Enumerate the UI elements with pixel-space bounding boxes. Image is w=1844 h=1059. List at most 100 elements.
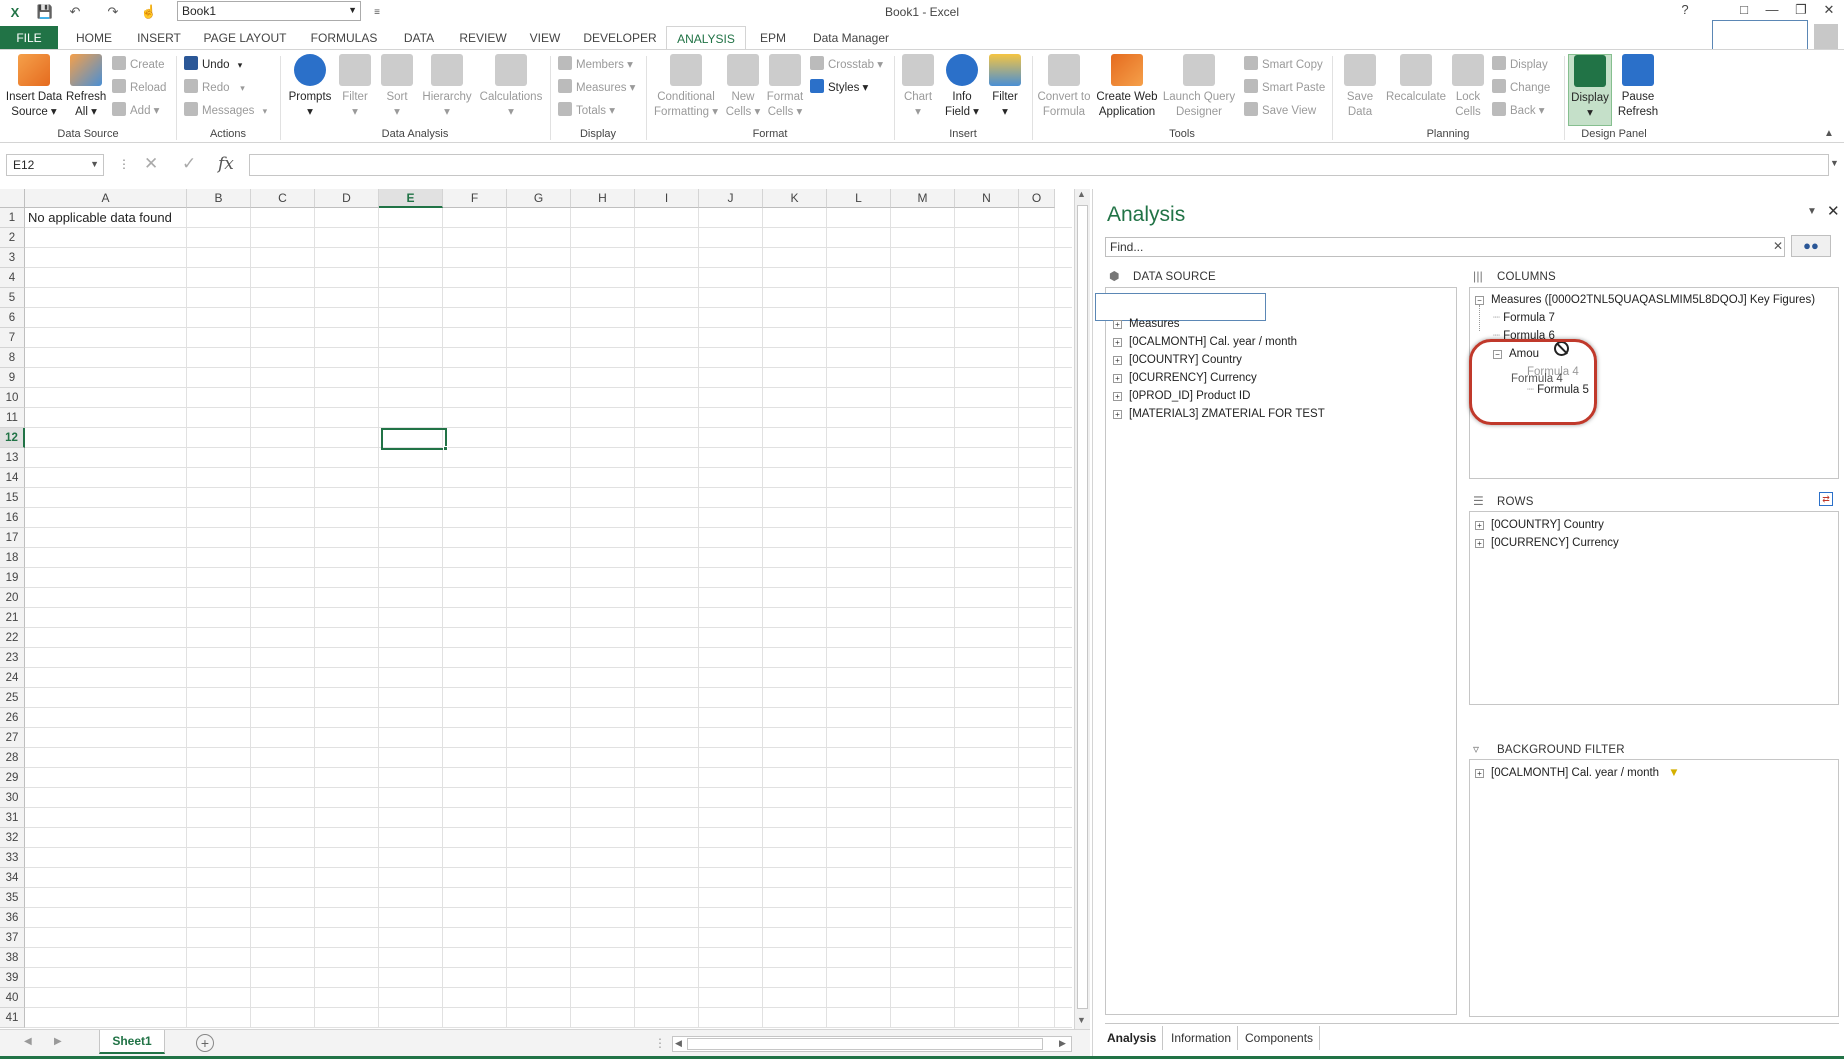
expand-icon[interactable]: + xyxy=(1113,392,1122,401)
recalculate-button[interactable]: Recalculate xyxy=(1384,54,1448,105)
expand-icon[interactable]: + xyxy=(1475,521,1484,530)
row-header[interactable]: 29 xyxy=(0,768,25,788)
row-header[interactable]: 27 xyxy=(0,728,25,748)
column-header[interactable]: E xyxy=(379,189,443,208)
expand-icon[interactable]: + xyxy=(1113,410,1122,419)
sort-button[interactable]: Sort ▾ xyxy=(378,54,416,120)
row-header[interactable]: 25 xyxy=(0,688,25,708)
customize-qat-icon[interactable]: ≡ xyxy=(368,3,386,21)
row-header[interactable]: 4 xyxy=(0,268,25,288)
tab-data[interactable]: DATA xyxy=(398,26,440,50)
row-header[interactable]: 18 xyxy=(0,548,25,568)
row-header[interactable]: 35 xyxy=(0,888,25,908)
collapse-ribbon-icon[interactable]: ▲ xyxy=(1824,128,1834,139)
crosstab-button[interactable]: Crosstab ▾ xyxy=(810,56,883,74)
collapse-icon[interactable]: − xyxy=(1475,296,1484,305)
row-header[interactable]: 8 xyxy=(0,348,25,368)
column-header[interactable]: N xyxy=(955,189,1019,208)
panel-tab-information[interactable]: Information xyxy=(1165,1026,1239,1050)
column-header[interactable]: M xyxy=(891,189,955,208)
help-button[interactable]: ? xyxy=(1674,2,1696,22)
pause-refresh-button[interactable]: Pause Refresh xyxy=(1614,54,1662,120)
row-header[interactable]: 21 xyxy=(0,608,25,628)
touch-mode-icon[interactable]: ☝ xyxy=(140,3,158,21)
enter-icon[interactable]: ✓ xyxy=(182,154,196,174)
scroll-right-icon[interactable]: ▶ xyxy=(1059,1038,1066,1049)
add-button[interactable]: Add ▾ xyxy=(112,102,159,120)
cancel-icon[interactable]: ✕ xyxy=(144,154,158,174)
scroll-down-icon[interactable]: ▼ xyxy=(1077,1015,1086,1025)
row-header[interactable]: 13 xyxy=(0,448,25,468)
row-header[interactable]: 20 xyxy=(0,588,25,608)
styles-button[interactable]: Styles ▾ xyxy=(810,79,868,97)
members-button[interactable]: Members ▾ xyxy=(558,56,633,74)
columns-formula-7[interactable]: ┈ Formula 7 xyxy=(1493,311,1555,325)
undo-icon[interactable]: ↶ xyxy=(66,3,84,21)
restore-button[interactable]: ❐ xyxy=(1790,2,1812,22)
scroll-left-icon[interactable]: ◀ xyxy=(675,1038,682,1049)
tab-analysis[interactable]: ANALYSIS xyxy=(666,26,746,51)
close-panel-icon[interactable]: ✕ xyxy=(1827,202,1840,220)
save-icon[interactable]: 💾 xyxy=(36,3,54,21)
column-header[interactable]: K xyxy=(763,189,827,208)
column-header[interactable]: G xyxy=(507,189,571,208)
tab-insert[interactable]: INSERT xyxy=(134,26,184,50)
conditional-formatting-button[interactable]: Conditional Formatting ▾ xyxy=(650,54,722,120)
next-sheet-icon[interactable]: ▶ xyxy=(54,1036,62,1047)
minimize-button[interactable]: — xyxy=(1761,2,1783,22)
document-dropdown[interactable]: Book1 ▼ xyxy=(177,1,361,21)
expand-icon[interactable]: + xyxy=(1475,539,1484,548)
messages-button[interactable]: Messages ▾ xyxy=(184,102,267,120)
row-header[interactable]: 3 xyxy=(0,248,25,268)
create-web-application-button[interactable]: Create Web Application xyxy=(1094,54,1160,120)
undo-button[interactable]: Undo ▾ xyxy=(184,56,242,74)
avatar[interactable] xyxy=(1814,24,1838,50)
row-header[interactable]: 41 xyxy=(0,1008,25,1028)
data-source-item[interactable]: + [0CALMONTH] Cal. year / month xyxy=(1113,335,1297,349)
rows-item[interactable]: + [0COUNTRY] Country xyxy=(1475,518,1604,532)
panel-tab-components[interactable]: Components xyxy=(1239,1026,1321,1050)
expand-icon[interactable]: + xyxy=(1113,374,1122,383)
row-header[interactable]: 12 xyxy=(0,428,25,448)
filter-button[interactable]: Filter ▾ xyxy=(336,54,374,120)
column-header[interactable]: C xyxy=(251,189,315,208)
planning-display-button[interactable]: Display xyxy=(1492,56,1548,74)
row-header[interactable]: 34 xyxy=(0,868,25,888)
lock-cells-button[interactable]: Lock Cells xyxy=(1448,54,1488,120)
tab-developer[interactable]: DEVELOPER xyxy=(580,26,660,50)
vertical-scrollbar[interactable]: ▲ ▼ xyxy=(1074,189,1090,1031)
row-header[interactable]: 22 xyxy=(0,628,25,648)
column-header[interactable]: A xyxy=(25,189,187,208)
convert-to-formula-button[interactable]: Convert to Formula xyxy=(1034,54,1094,120)
row-header[interactable]: 16 xyxy=(0,508,25,528)
row-header[interactable]: 31 xyxy=(0,808,25,828)
redo-button[interactable]: Redo ▾ xyxy=(184,79,245,97)
totals-button[interactable]: Totals ▾ xyxy=(558,102,615,120)
row-header[interactable]: 32 xyxy=(0,828,25,848)
row-header[interactable]: 33 xyxy=(0,848,25,868)
tab-epm[interactable]: EPM xyxy=(756,26,790,50)
column-header[interactable]: B xyxy=(187,189,251,208)
expand-icon[interactable]: + xyxy=(1113,320,1122,329)
smart-copy-button[interactable]: Smart Copy xyxy=(1244,56,1323,74)
add-sheet-icon[interactable]: + xyxy=(196,1034,214,1052)
tab-view[interactable]: VIEW xyxy=(526,26,564,50)
insert-function-icon[interactable]: fx xyxy=(218,154,234,174)
swap-axes-icon[interactable]: ⇄ xyxy=(1819,492,1833,506)
save-view-button[interactable]: Save View xyxy=(1244,102,1316,120)
row-header[interactable]: 30 xyxy=(0,788,25,808)
tab-home[interactable]: HOME xyxy=(72,26,116,50)
expand-icon[interactable]: + xyxy=(1113,338,1122,347)
insert-data-source-button[interactable]: Insert Data Source ▾ xyxy=(4,54,64,120)
format-cells-button[interactable]: Format Cells ▾ xyxy=(764,54,806,120)
tab-review[interactable]: REVIEW xyxy=(456,26,510,50)
clear-find-icon[interactable]: ✕ xyxy=(1773,239,1783,253)
prev-sheet-icon[interactable]: ◀ xyxy=(24,1036,32,1047)
hierarchy-button[interactable]: Hierarchy ▾ xyxy=(418,54,476,120)
tab-data-manager[interactable]: Data Manager xyxy=(806,26,896,50)
data-source-item[interactable]: + Measures xyxy=(1113,317,1180,331)
row-header[interactable]: 15 xyxy=(0,488,25,508)
row-header[interactable]: 39 xyxy=(0,968,25,988)
row-header[interactable]: 9 xyxy=(0,368,25,388)
smart-paste-button[interactable]: Smart Paste xyxy=(1244,79,1325,97)
